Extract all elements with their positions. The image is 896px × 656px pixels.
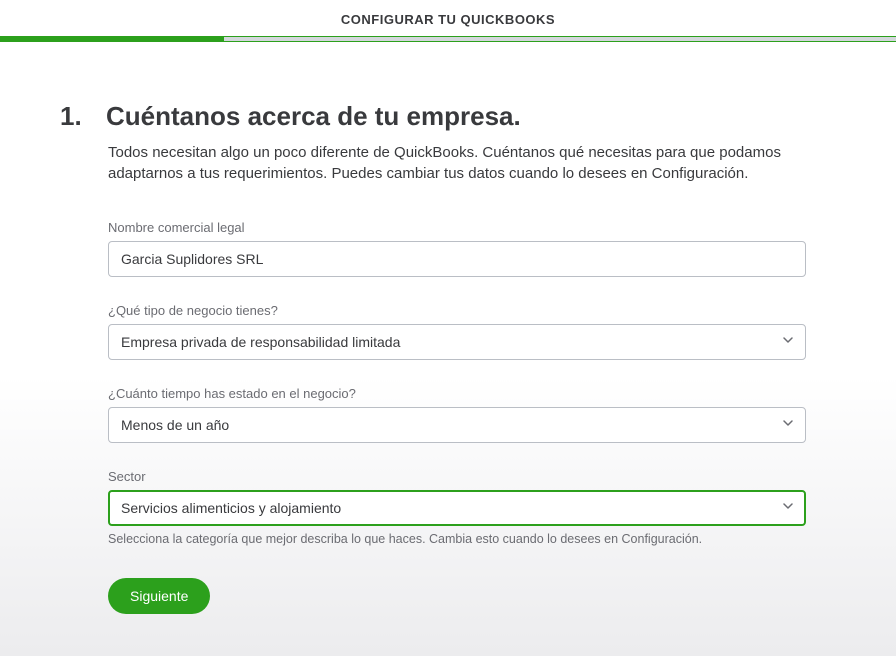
field-time-in-business: ¿Cuánto tiempo has estado en el negocio?… bbox=[108, 386, 806, 443]
step-number: 1. bbox=[60, 101, 92, 132]
sector-label: Sector bbox=[108, 469, 806, 484]
business-type-value[interactable]: Empresa privada de responsabilidad limit… bbox=[108, 324, 806, 360]
field-business-type: ¿Qué tipo de negocio tienes? Empresa pri… bbox=[108, 303, 806, 360]
sector-select[interactable]: Servicios alimenticios y alojamiento bbox=[108, 490, 806, 526]
legal-name-label: Nombre comercial legal bbox=[108, 220, 806, 235]
time-in-business-label: ¿Cuánto tiempo has estado en el negocio? bbox=[108, 386, 806, 401]
legal-name-input[interactable] bbox=[108, 241, 806, 277]
field-sector: Sector Servicios alimenticios y alojamie… bbox=[108, 469, 806, 546]
sector-helper-text: Selecciona la categoría que mejor descri… bbox=[108, 532, 806, 546]
button-row: Siguiente bbox=[108, 578, 806, 614]
page-title: CONFIGURAR TU QUICKBOOKS bbox=[0, 12, 896, 27]
step-subtitle: Todos necesitan algo un poco diferente d… bbox=[108, 142, 806, 184]
page-header: CONFIGURAR TU QUICKBOOKS bbox=[0, 0, 896, 37]
next-button[interactable]: Siguiente bbox=[108, 578, 210, 614]
setup-form: Nombre comercial legal ¿Qué tipo de nego… bbox=[108, 220, 806, 546]
field-legal-name: Nombre comercial legal bbox=[108, 220, 806, 277]
time-in-business-select[interactable]: Menos de un año bbox=[108, 407, 806, 443]
sector-value[interactable]: Servicios alimenticios y alojamiento bbox=[108, 490, 806, 526]
step-title: Cuéntanos acerca de tu empresa. bbox=[106, 101, 521, 132]
heading-row: 1. Cuéntanos acerca de tu empresa. bbox=[60, 101, 806, 132]
content-area: 1. Cuéntanos acerca de tu empresa. Todos… bbox=[0, 41, 896, 644]
business-type-select[interactable]: Empresa privada de responsabilidad limit… bbox=[108, 324, 806, 360]
business-type-label: ¿Qué tipo de negocio tienes? bbox=[108, 303, 806, 318]
time-in-business-value[interactable]: Menos de un año bbox=[108, 407, 806, 443]
